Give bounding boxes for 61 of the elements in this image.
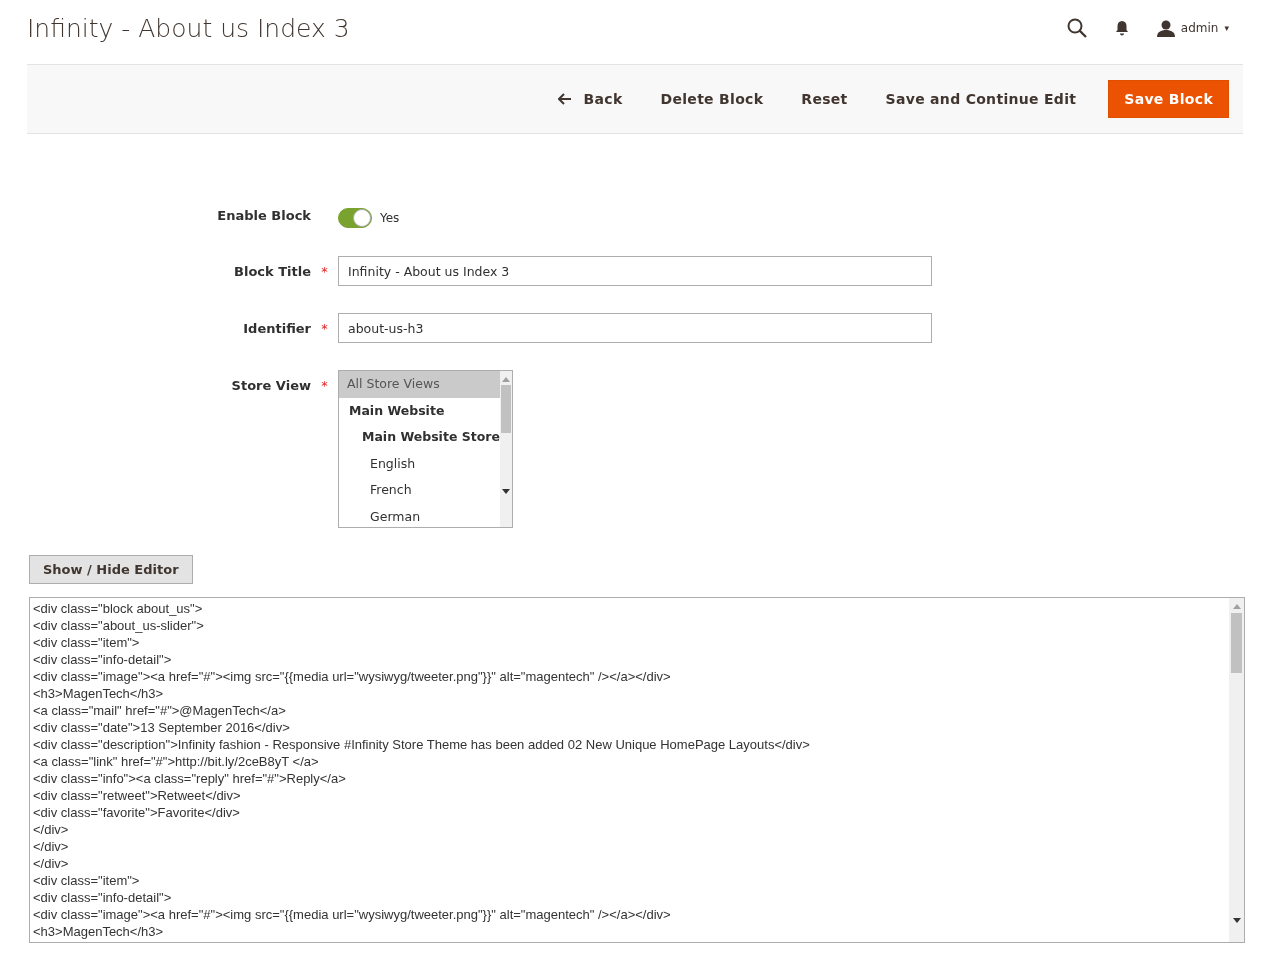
code-line: <div class="description">Infinity fashion - Responsive #Infinity Store Theme has been added 02 New Unique HomePage Layouts</div> bbox=[33, 736, 811, 753]
code-line: <div class="retweet">Retweet</div> bbox=[33, 787, 242, 804]
code-line: <div class="info-detail"> bbox=[33, 889, 173, 906]
code-line: <div class="item"> bbox=[33, 872, 141, 889]
code-line: <div class="favorite">Favorite</div> bbox=[33, 804, 241, 821]
code-line: <div class="info"><a class="reply" href="#">Reply</a> bbox=[33, 770, 347, 787]
arrow-left-icon bbox=[557, 93, 572, 105]
text-field[interactable]: about-us-h3 bbox=[338, 313, 932, 343]
code-line: <div class="block about_us"> bbox=[33, 600, 204, 617]
save-button[interactable]: Save Block bbox=[1108, 80, 1229, 118]
field-label: Store View bbox=[230, 377, 311, 393]
scrollbar-thumb[interactable] bbox=[1231, 613, 1242, 673]
toggle-value: Yes bbox=[380, 211, 400, 225]
code-line: </div> bbox=[33, 821, 70, 838]
list-option[interactable]: French bbox=[339, 477, 500, 504]
field-label: Block Title bbox=[233, 263, 311, 279]
list-option[interactable]: English bbox=[339, 450, 500, 477]
scroll-up-arrow-icon[interactable] bbox=[501, 376, 510, 382]
list-option[interactable]: Main Website Store bbox=[339, 424, 500, 451]
back-button[interactable]: Back bbox=[541, 81, 639, 117]
list-option[interactable]: All Store Views bbox=[339, 371, 500, 398]
user-name: admin bbox=[1180, 21, 1219, 35]
scroll-up-arrow-icon[interactable] bbox=[1232, 603, 1241, 609]
field-label: Identifier bbox=[242, 320, 311, 336]
toolbar-button[interactable]: Delete Block bbox=[644, 81, 780, 117]
caret-icon: ▾ bbox=[1224, 23, 1229, 33]
code-line: <a class="mail" href="#">@MagenTech</a> bbox=[33, 702, 287, 719]
scroll-down-arrow-icon[interactable] bbox=[1232, 918, 1241, 924]
toolbar-button[interactable]: Save and Continue Edit bbox=[869, 81, 1093, 117]
user-icon bbox=[1156, 19, 1175, 37]
code-line: <div class="item"> bbox=[33, 634, 141, 651]
required-mark: * bbox=[320, 263, 329, 279]
store-view-list[interactable]: All Store Views Main Website Main Website Store English French German bbox=[338, 370, 513, 528]
toolbar-button[interactable]: Reset bbox=[785, 81, 864, 117]
content-editor[interactable] bbox=[29, 597, 1245, 943]
search-icon[interactable] bbox=[1066, 18, 1087, 38]
code-line: <a class="link" href="#">http://bit.ly/2ceB8yT </a> bbox=[33, 753, 320, 770]
scroll-down-arrow-icon[interactable] bbox=[501, 489, 510, 495]
list-option[interactable]: Main Website bbox=[339, 397, 500, 424]
field-label: Enable Block bbox=[216, 208, 311, 223]
user-menu[interactable]: admin ▾ bbox=[1156, 19, 1229, 37]
code-line: </div> bbox=[33, 838, 70, 855]
scrollbar-thumb[interactable] bbox=[500, 385, 511, 433]
page-title: Infinity - About us Index 3 bbox=[27, 13, 351, 43]
code-line: <div class="info-detail"> bbox=[33, 651, 173, 668]
required-mark: * bbox=[320, 320, 329, 336]
code-line: <h3>MagenTech</h3> bbox=[33, 923, 165, 940]
code-line: <h3>MagenTech</h3> bbox=[33, 685, 165, 702]
scrollbar[interactable] bbox=[1229, 598, 1244, 942]
bell-icon[interactable] bbox=[1114, 20, 1129, 36]
code-line: <div class="about_us-slider"> bbox=[33, 617, 205, 634]
code-line: <div class="image"><a href="#"><img src="{{media url="wysiwyg/tweeter.png"}}" alt="magentech" /></a></div> bbox=[33, 906, 672, 923]
scrollbar[interactable] bbox=[499, 371, 512, 527]
show-hide-editor-button[interactable]: Show / Hide Editor bbox=[29, 555, 193, 584]
list-option[interactable]: German bbox=[339, 503, 500, 527]
code-line: <div class="image"><a href="#"><img src="{{media url="wysiwyg/tweeter.png"}}" alt="magentech" /></a></div> bbox=[33, 668, 672, 685]
enable-toggle[interactable] bbox=[338, 208, 372, 228]
code-line: <div class="date">13 September 2016</div> bbox=[33, 719, 291, 736]
code-line: </div> bbox=[33, 855, 70, 872]
text-field[interactable]: Infinity - About us Index 3 bbox=[338, 256, 932, 286]
required-mark: * bbox=[320, 377, 329, 393]
